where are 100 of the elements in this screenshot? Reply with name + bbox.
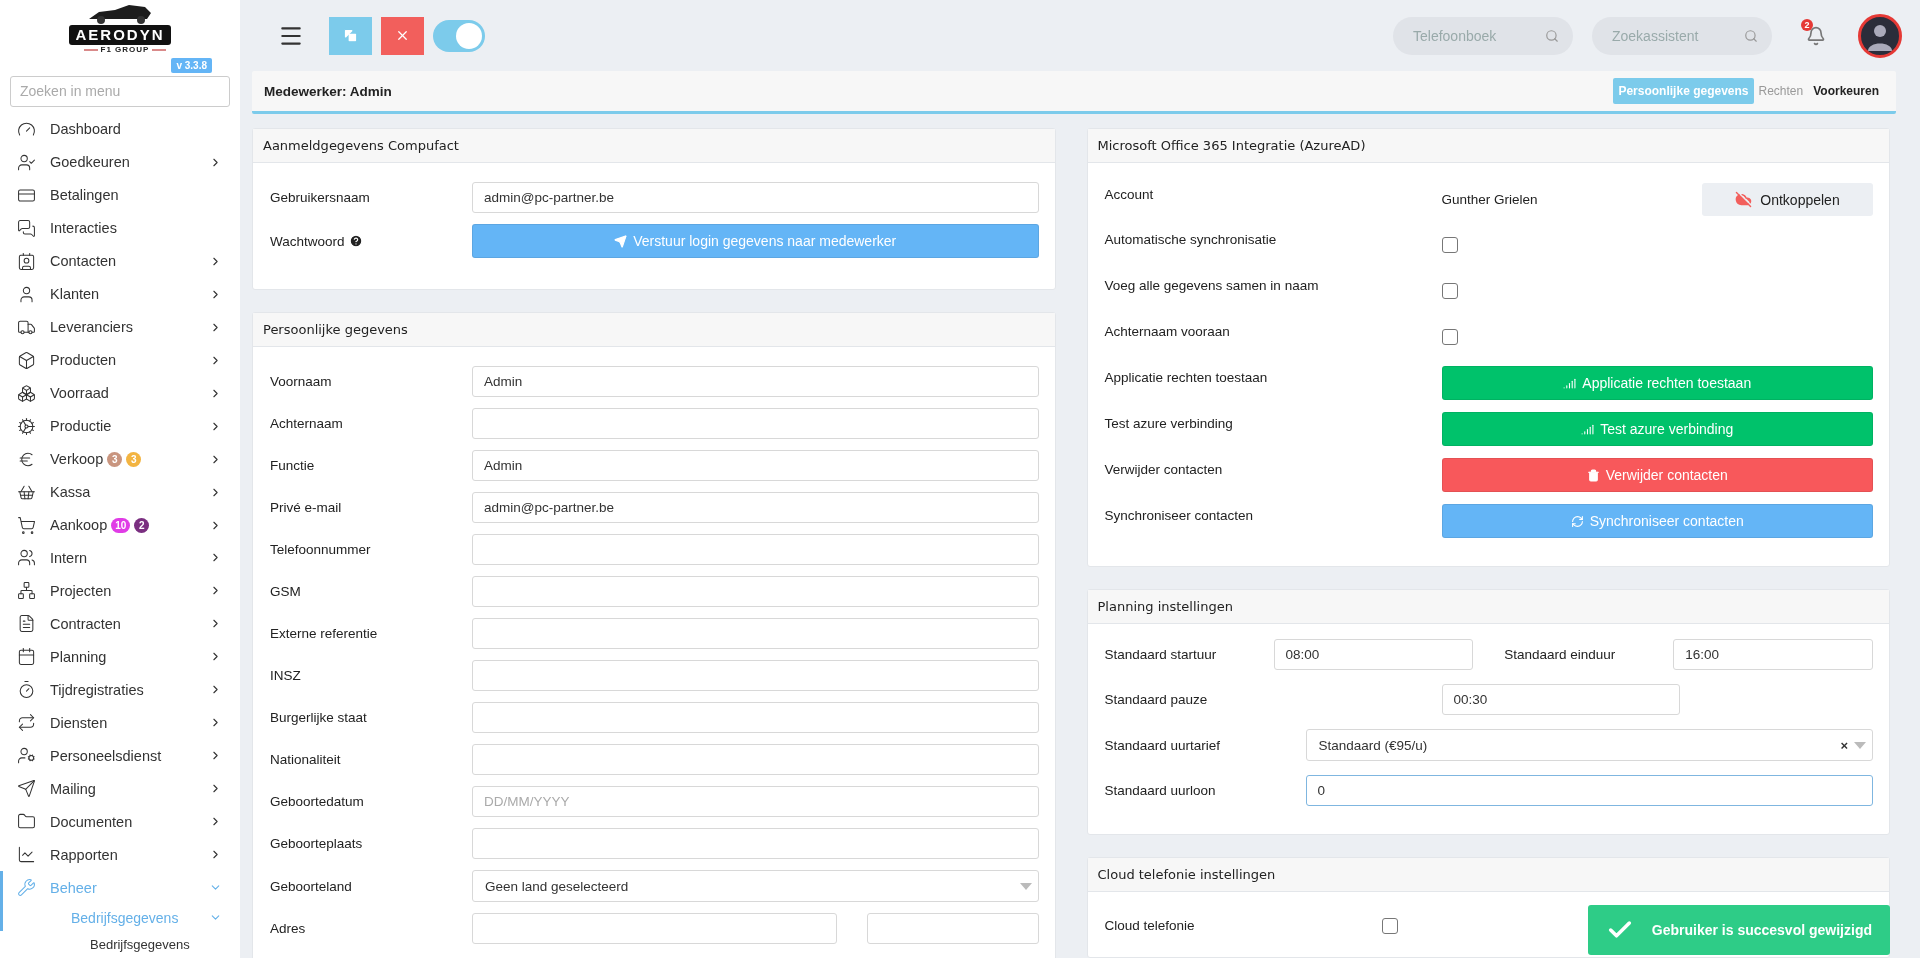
field-label: Synchroniseer contacten xyxy=(1104,507,1255,523)
text-field[interactable]: Admin xyxy=(472,450,1039,481)
card-title: Planning instellingen xyxy=(1087,590,1889,624)
field-label: Standaard einduur xyxy=(1504,647,1617,662)
user-icon xyxy=(17,284,36,304)
field-label: Geboorteland xyxy=(270,878,353,894)
page-title: Medewerker: Admin xyxy=(264,83,393,99)
checkbox[interactable] xyxy=(1381,917,1398,934)
sidebar-item[interactable]: Dashboard xyxy=(0,112,240,146)
sidebar-item[interactable]: Planning xyxy=(0,640,240,674)
field-label: Functie xyxy=(270,458,316,473)
field-label: Gebruikersnaam xyxy=(270,190,371,205)
text-field[interactable]: admin@pc-partner.be xyxy=(472,492,1039,523)
field-label: Automatische synchronisatie xyxy=(1104,231,1278,247)
text-field[interactable] xyxy=(866,913,1039,944)
text-field[interactable]: Admin xyxy=(472,366,1039,397)
sidebar-item[interactable]: Betalingen xyxy=(0,178,240,212)
sidebar-item[interactable]: Diensten xyxy=(0,706,240,740)
time-field[interactable]: 16:00 xyxy=(1673,639,1873,670)
text-field[interactable] xyxy=(472,534,1039,565)
copy-button[interactable] xyxy=(329,16,372,55)
sidebar-item[interactable]: Intern xyxy=(0,541,240,575)
sidebar-item[interactable]: Projecten xyxy=(0,574,240,608)
close-button[interactable] xyxy=(381,16,424,55)
field-label: Applicatie rechten toestaan xyxy=(1104,369,1269,385)
tab[interactable]: Voorkeuren xyxy=(1808,78,1884,104)
disconnect-button[interactable]: Ontkoppelen xyxy=(1702,183,1873,216)
text-field[interactable]: admin@pc-partner.be xyxy=(472,182,1039,213)
sidebar-item[interactable]: Interacties xyxy=(0,211,240,245)
text-field[interactable] xyxy=(472,408,1039,439)
text-field[interactable] xyxy=(472,576,1039,607)
text-field[interactable] xyxy=(472,744,1039,775)
text-field[interactable]: DD/MM/YYYY xyxy=(472,786,1039,817)
network-icon xyxy=(17,581,36,601)
search-field[interactable]: Zoekassistent xyxy=(1592,16,1772,55)
sidebar-item[interactable]: Contracten xyxy=(0,607,240,641)
sidebar-item[interactable]: Klanten xyxy=(0,277,240,311)
field-label: Account xyxy=(1104,186,1155,202)
text-field[interactable] xyxy=(472,660,1039,691)
paper-plane-icon xyxy=(17,779,36,799)
count-badge: 2 xyxy=(134,517,150,533)
sidebar-item[interactable]: Verkoop 3 3 xyxy=(0,442,240,476)
users-icon xyxy=(17,548,36,568)
sidebar-item[interactable]: Producten xyxy=(0,343,240,377)
checkbox[interactable] xyxy=(1441,329,1458,345)
text-field[interactable] xyxy=(472,702,1039,733)
time-field[interactable]: 00:30 xyxy=(1441,684,1680,715)
trash-icon xyxy=(1586,468,1600,482)
success-toast: Gebruiker is succesvol gewijzigd xyxy=(1587,905,1890,955)
help-icon[interactable] xyxy=(348,234,363,248)
text-field[interactable] xyxy=(472,618,1039,649)
sidebar-item[interactable]: Voorraad xyxy=(0,376,240,410)
sidebar-item[interactable]: Leveranciers xyxy=(0,310,240,344)
avatar[interactable] xyxy=(1858,13,1902,58)
card-title: Microsoft Office 365 Integratie (AzureAD) xyxy=(1087,129,1889,163)
field-label: Test azure verbinding xyxy=(1104,415,1234,431)
time-field[interactable]: 08:00 xyxy=(1273,639,1474,670)
toggle-switch[interactable] xyxy=(433,19,485,52)
chat-icon xyxy=(17,218,36,238)
caret-icon xyxy=(1854,741,1866,749)
version-badge: v 3.3.8 xyxy=(171,58,212,73)
field-label: Telefoonnummer xyxy=(270,542,372,557)
text-field[interactable] xyxy=(472,913,837,944)
refresh-icon xyxy=(1570,514,1584,528)
sidebar-item[interactable]: Documenten xyxy=(0,805,240,839)
checkbox[interactable] xyxy=(1441,283,1458,299)
logo-subtitle: F1 GROUP xyxy=(100,45,150,54)
field-label: Voornaam xyxy=(270,374,333,389)
sidebar-item[interactable]: Rapporten xyxy=(0,838,240,872)
field-label: Geboorteplaats xyxy=(270,836,364,851)
menu-search-field[interactable]: Zoeken in menu xyxy=(10,75,230,107)
sidebar-item[interactable]: Personeelsdienst xyxy=(0,739,240,773)
signal-icon xyxy=(1563,376,1577,390)
search-field[interactable]: Telefoonboek xyxy=(1393,16,1573,55)
line-chart-icon xyxy=(17,845,36,865)
field-label: INSZ xyxy=(270,668,302,683)
search-icon[interactable] xyxy=(1744,28,1758,43)
checkbox[interactable] xyxy=(1441,237,1458,253)
user-check-icon xyxy=(17,152,36,172)
boxes-icon xyxy=(17,383,36,403)
sidebar-item[interactable]: Kassa xyxy=(0,475,240,509)
sidebar-item[interactable]: Mailing xyxy=(0,772,240,806)
sidebar-item[interactable]: Contacten xyxy=(0,244,240,278)
search-icon[interactable] xyxy=(1545,28,1559,43)
sidebar-item[interactable]: Productie xyxy=(0,409,240,443)
rate-select[interactable]: Standaard (€95/u) × xyxy=(1305,729,1873,761)
caret-icon xyxy=(1019,882,1032,890)
sidebar-item[interactable]: Tijdregistraties xyxy=(0,673,240,707)
card-title: Aanmeldgegevens Compufact xyxy=(253,129,1055,163)
submenu-item[interactable]: Bedrijfsgegevens xyxy=(0,931,240,958)
cart-icon xyxy=(17,515,36,535)
country-select[interactable]: Geen land geselecteerd xyxy=(472,870,1039,902)
sidebar-item[interactable]: Goedkeuren xyxy=(0,145,240,179)
sidebar-item[interactable]: Aankoop 10 2 xyxy=(0,508,240,542)
field-label: Privé e-mail xyxy=(270,500,343,515)
text-field[interactable] xyxy=(472,828,1039,859)
wage-field[interactable]: 0 xyxy=(1305,775,1873,806)
field-label: Cloud telefonie xyxy=(1104,918,1196,933)
field-label: Achternaam vooraan xyxy=(1104,323,1231,339)
field-label: GSM xyxy=(270,584,302,599)
